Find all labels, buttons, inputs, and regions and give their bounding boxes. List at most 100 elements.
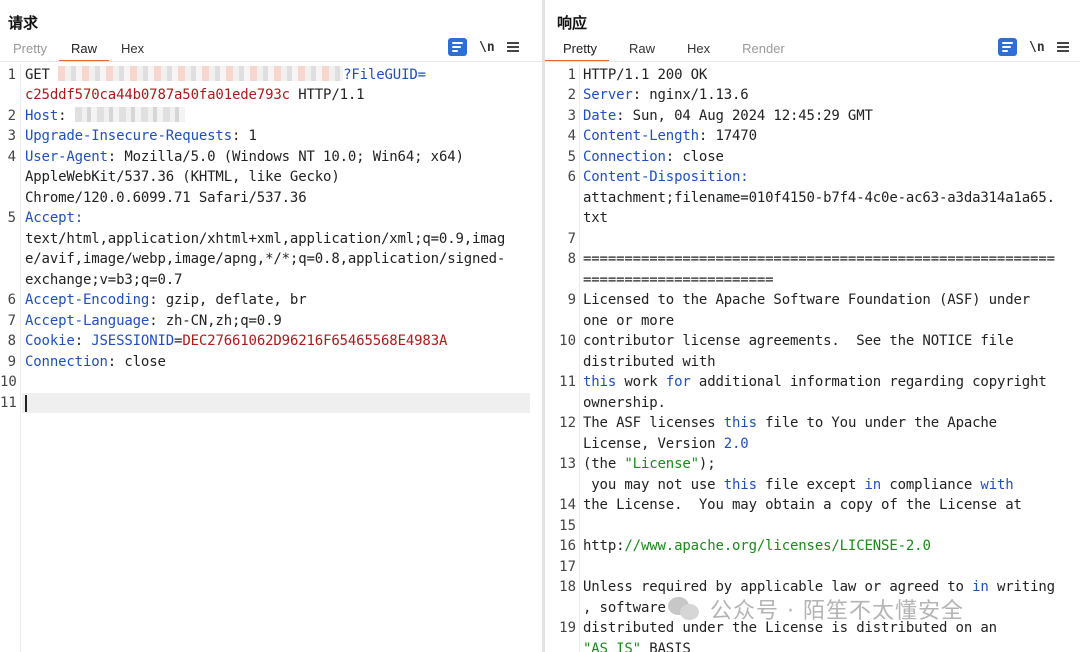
status-line: HTTP/1.1 200 OK (583, 67, 708, 83)
line-number: 3 (7, 128, 16, 144)
line-number: 13 (559, 456, 576, 472)
header-user-agent-cont: Chrome/120.0.6099.71 Safari/537.36 (25, 190, 307, 206)
response-tabs: Pretty Raw Hex Render (545, 40, 797, 62)
watermark-text: 公众号 · 陌笙不太懂安全 (710, 599, 964, 624)
line-number: 3 (567, 108, 576, 124)
newline-toggle-icon[interactable]: \n (479, 40, 495, 55)
tab-divider (0, 61, 542, 62)
line-number: 9 (567, 292, 576, 308)
menu-icon[interactable] (1056, 42, 1069, 52)
body-line: this work for additional information reg… (583, 374, 1047, 390)
request-title: 请求 (8, 15, 39, 32)
tab-raw[interactable]: Raw (58, 40, 109, 62)
menu-icon[interactable] (506, 42, 519, 52)
body-line-url: http://www.apache.org/licenses/LICENSE-2… (583, 538, 931, 554)
header-content-disposition: Content-Disposition: (583, 169, 749, 185)
body-line: you may not use this file except in comp… (583, 477, 1014, 493)
header-content-length: Content-Length: 17470 (583, 128, 757, 144)
body-line: contributor license agreements. See the … (583, 333, 1014, 349)
body-line: "AS IS" BASIS (583, 641, 691, 652)
body-line: ownership. (583, 395, 666, 411)
tab-pretty[interactable]: Pretty (0, 40, 59, 62)
line-number: 2 (567, 87, 576, 103)
body-line: one or more (583, 313, 675, 329)
header-host: Host: (25, 106, 185, 126)
line-number: 8 (567, 251, 576, 267)
word-wrap-icon[interactable] (448, 38, 467, 56)
wechat-logo-icon (668, 595, 702, 623)
line-number: 18 (559, 579, 576, 595)
redacted-path (58, 66, 344, 81)
line-number: 6 (567, 169, 576, 185)
body-line: Licensed to the Apache Software Foundati… (583, 292, 1031, 308)
tab-render[interactable]: Render (722, 40, 797, 62)
word-wrap-icon[interactable] (998, 38, 1017, 56)
request-pane: 请求 Pretty Raw Hex \n 1 2 3 4 5 6 7 8 9 1… (0, 0, 542, 652)
header-accept: Accept: (25, 210, 83, 226)
line-number: 10 (559, 333, 576, 349)
line-number: 7 (567, 231, 576, 247)
header-accept-cont: exchange;v=b3;q=0.7 (25, 272, 183, 288)
request-line-cont: c25ddf570ca44b0787a50fa01ede793c HTTP/1.… (25, 87, 365, 103)
body-separator-cont: ======================= (583, 272, 774, 288)
line-number: 1 (567, 67, 576, 83)
line-number: 14 (559, 497, 576, 513)
header-connection: Connection: close (25, 354, 166, 370)
request-tabs: Pretty Raw Hex (0, 40, 156, 62)
header-server: Server: nginx/1.13.6 (583, 87, 749, 103)
line-number: 10 (0, 374, 17, 390)
line-number: 6 (7, 292, 16, 308)
body-line: distributed with (583, 354, 716, 370)
header-date: Date: Sun, 04 Aug 2024 12:45:29 GMT (583, 108, 873, 124)
redacted-host (74, 107, 185, 122)
body-line: License, Version 2.0 (583, 436, 749, 452)
header-cookie: Cookie: JSESSIONID=DEC27661062D96216F654… (25, 333, 448, 349)
line-number: 1 (7, 67, 16, 83)
response-title: 响应 (557, 15, 588, 32)
tab-hex[interactable]: Hex (667, 40, 722, 62)
header-user-agent-cont: AppleWebKit/537.36 (KHTML, like Gecko) (25, 169, 340, 185)
body-line: (the "License"); (583, 456, 716, 472)
header-user-agent: User-Agent: Mozilla/5.0 (Windows NT 10.0… (25, 149, 464, 165)
header-accept-encoding: Accept-Encoding: gzip, deflate, br (25, 292, 307, 308)
line-number: 15 (559, 518, 576, 534)
response-editor[interactable]: 1 2 3 4 5 6 7 8 9 10 11 12 13 14 15 16 1… (545, 64, 1080, 652)
body-separator: ========================================… (583, 251, 1055, 267)
response-pane: 响应 Pretty Raw Hex Render \n 1 2 3 4 5 6 … (545, 0, 1080, 652)
line-number: 5 (567, 149, 576, 165)
header-content-disposition-cont: attachment;filename=010f4150-b7f4-4c0e-a… (583, 190, 1055, 206)
request-editor[interactable]: 1 2 3 4 5 6 7 8 9 10 11 GET ?FileGUID= c… (0, 64, 542, 652)
line-number: 7 (7, 313, 16, 329)
request-line: GET ?FileGUID= (25, 66, 426, 83)
newline-toggle-icon[interactable]: \n (1029, 40, 1045, 55)
tab-pretty[interactable]: Pretty (545, 40, 609, 62)
line-number: 4 (567, 128, 576, 144)
header-accept-cont: e/avif,image/webp,image/apng,*/*;q=0.8,a… (25, 251, 506, 267)
line-number: 17 (559, 559, 576, 575)
tab-divider (545, 61, 1080, 62)
body-line: the License. You may obtain a copy of th… (583, 497, 1022, 513)
line-number: 4 (7, 149, 16, 165)
body-line: The ASF licenses this file to You under … (583, 415, 997, 431)
watermark: 公众号 · 陌笙不太懂安全 (668, 589, 964, 629)
body-line: , software (583, 600, 666, 616)
line-number: 11 (559, 374, 576, 390)
line-number: 19 (559, 620, 576, 636)
header-upgrade-insecure: Upgrade-Insecure-Requests: 1 (25, 128, 257, 144)
request-tools: \n (448, 38, 519, 56)
current-line-highlight (22, 393, 530, 413)
line-number: 5 (7, 210, 16, 226)
header-content-disposition-cont: txt (583, 210, 608, 226)
text-caret (25, 395, 27, 412)
line-number: 11 (0, 395, 17, 411)
header-connection: Connection: close (583, 149, 724, 165)
line-number: 2 (7, 108, 16, 124)
tab-raw[interactable]: Raw (609, 40, 667, 62)
line-number: 8 (7, 333, 16, 349)
line-number: 16 (559, 538, 576, 554)
line-number: 12 (559, 415, 576, 431)
line-number: 9 (7, 354, 16, 370)
tab-hex[interactable]: Hex (109, 40, 156, 62)
header-accept-language: Accept-Language: zh-CN,zh;q=0.9 (25, 313, 282, 329)
response-tools: \n (998, 38, 1069, 56)
